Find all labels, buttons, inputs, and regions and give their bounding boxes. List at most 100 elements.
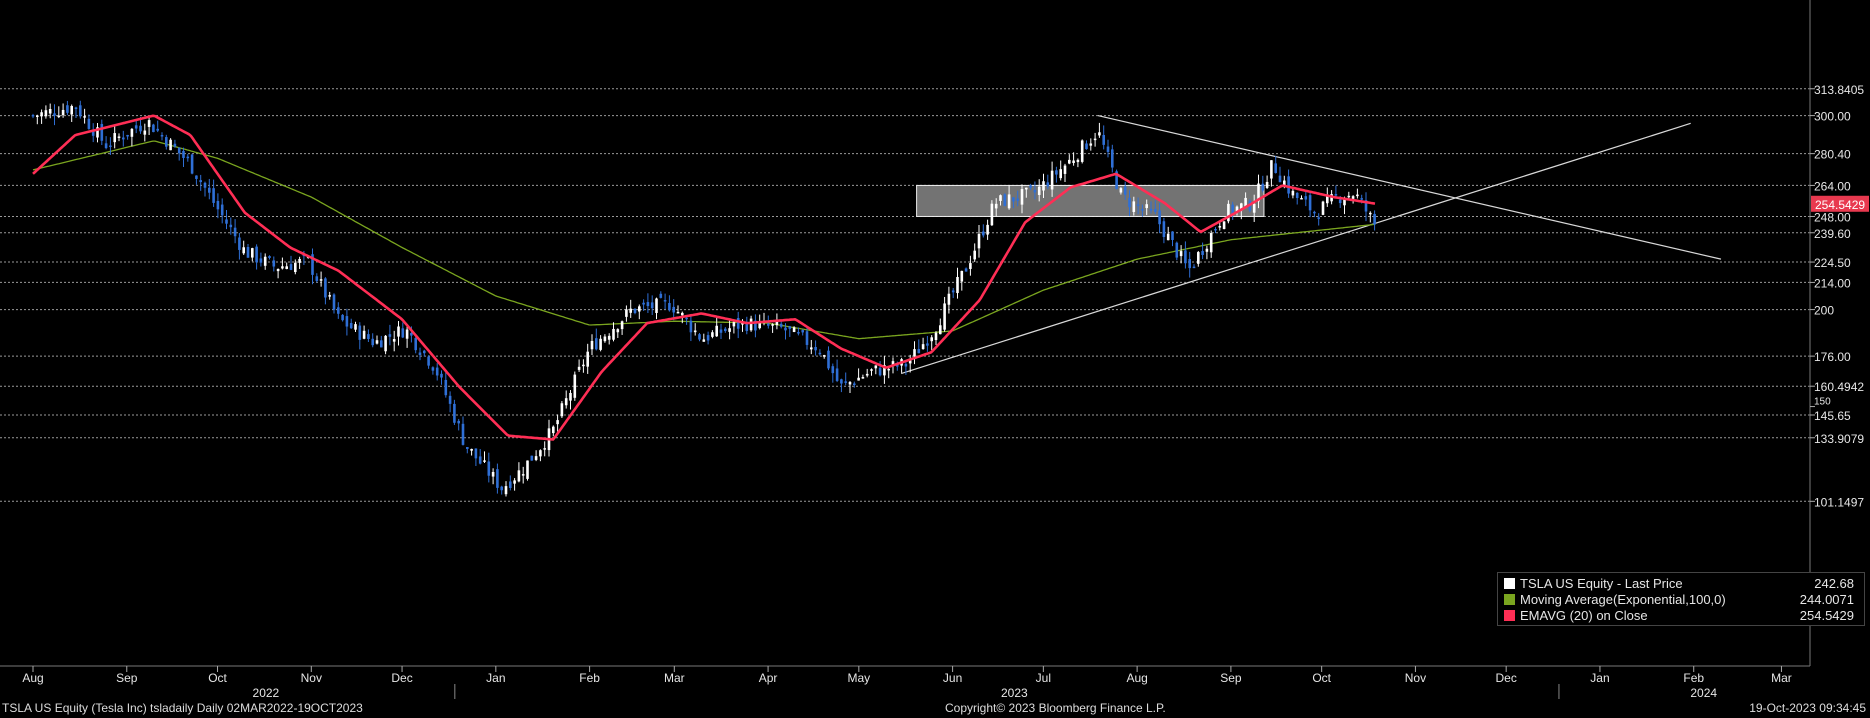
- candle-body: [139, 125, 142, 132]
- y-tick-label: 101.1497: [1814, 495, 1864, 509]
- candle-body: [263, 256, 267, 266]
- candle-body: [706, 335, 710, 341]
- candle-body: [160, 135, 164, 137]
- candle-body: [1321, 201, 1325, 215]
- candle-body: [719, 329, 723, 333]
- footer-copyright: Copyright© 2023 Bloomberg Finance L.P.: [945, 701, 1166, 715]
- candle-body: [659, 293, 663, 298]
- candle-body: [83, 116, 86, 118]
- candle-body: [517, 470, 521, 482]
- candle-body: [242, 247, 245, 254]
- x-year-label: 2024: [1690, 686, 1717, 700]
- legend-item-ema100: Moving Average(Exponential,100,0) 244.00…: [1504, 592, 1854, 608]
- candle-body: [977, 233, 981, 249]
- candle-body: [44, 110, 48, 117]
- candle-body: [238, 237, 241, 250]
- candle-body: [556, 420, 559, 425]
- candle-body: [289, 264, 293, 270]
- candle-body: [225, 219, 228, 224]
- candle-body: [173, 143, 177, 147]
- candle-body: [246, 246, 250, 258]
- y-tick-label: 224.50: [1814, 256, 1851, 270]
- candle-body: [676, 311, 680, 314]
- candle-body: [405, 329, 409, 339]
- candle-body: [1162, 221, 1166, 238]
- candle-body: [1308, 195, 1312, 211]
- candle-body: [1231, 204, 1234, 214]
- candle-body: [1111, 149, 1114, 168]
- candle-body: [61, 109, 65, 116]
- x-axis: Aug Sep Oct Nov Dec Jan Feb Mar Apr May Jun Jul Aug S…: [0, 665, 1810, 700]
- legend-value: 254.5429: [1799, 608, 1854, 623]
- candle-body: [917, 349, 921, 354]
- candle-body: [444, 379, 448, 396]
- candle-body: [904, 363, 908, 367]
- candle-body: [960, 270, 964, 282]
- candle-body: [388, 334, 392, 337]
- candle-body: [577, 366, 581, 370]
- candle-body: [431, 367, 435, 371]
- candle-body: [728, 328, 731, 332]
- candle-body: [358, 325, 362, 340]
- candle-body: [607, 335, 611, 340]
- candle-body: [1059, 169, 1062, 179]
- candle-body: [1119, 188, 1123, 193]
- candle-body: [1158, 210, 1161, 225]
- candle-body: [367, 334, 370, 340]
- candle-body: [341, 314, 344, 321]
- candle-body: [810, 347, 813, 350]
- candle-body: [143, 130, 147, 135]
- candle-body: [672, 306, 675, 313]
- candle-body: [878, 367, 882, 376]
- candle-body: [182, 150, 185, 158]
- candle-body: [1214, 228, 1217, 231]
- candle-body: [1300, 197, 1303, 200]
- candle-body: [530, 455, 534, 461]
- candle-body: [771, 324, 774, 326]
- candle-body: [474, 448, 478, 459]
- candle-body: [732, 322, 736, 327]
- candle-body: [478, 456, 482, 464]
- candle-body: [1175, 242, 1179, 258]
- candle-body: [702, 339, 706, 342]
- candle-body: [564, 398, 568, 406]
- candle-body: [1334, 194, 1338, 196]
- candle-body: [724, 328, 727, 332]
- candle-body: [698, 334, 701, 340]
- candle-body: [586, 351, 589, 367]
- candle-body: [122, 137, 125, 140]
- y-tick-label: 248.00: [1814, 210, 1851, 224]
- x-month-label: Jul: [1036, 671, 1051, 685]
- candle-body: [1252, 203, 1256, 213]
- candle-body: [48, 108, 52, 114]
- candle-body: [276, 268, 280, 272]
- candle-body: [294, 262, 297, 273]
- candle-body: [663, 300, 667, 302]
- candle-body: [500, 486, 503, 491]
- candle-body: [87, 118, 91, 129]
- candle-body: [999, 195, 1002, 201]
- candle-body: [1089, 143, 1093, 146]
- candle-body: [1102, 134, 1105, 145]
- candle-body: [943, 303, 946, 330]
- candle-body: [1154, 208, 1157, 212]
- candle-body: [190, 154, 194, 174]
- candle-body: [642, 302, 645, 305]
- candle-body: [526, 460, 529, 479]
- y-tick-label: 200: [1814, 304, 1834, 318]
- candle-body: [534, 456, 538, 460]
- candle-body: [1218, 226, 1222, 228]
- candle-body: [1046, 182, 1050, 187]
- candle-body: [220, 204, 224, 216]
- candle-body: [1016, 198, 1019, 201]
- candle-body: [1188, 259, 1191, 269]
- candle-body: [466, 446, 469, 449]
- candle-body: [470, 448, 473, 451]
- candle-body: [1003, 194, 1007, 206]
- x-month-label: Feb: [1683, 671, 1704, 685]
- candle-body: [328, 295, 331, 297]
- candle-body: [440, 373, 443, 378]
- candle-body: [921, 344, 925, 350]
- candle-body: [392, 339, 396, 342]
- candle-body: [285, 266, 288, 269]
